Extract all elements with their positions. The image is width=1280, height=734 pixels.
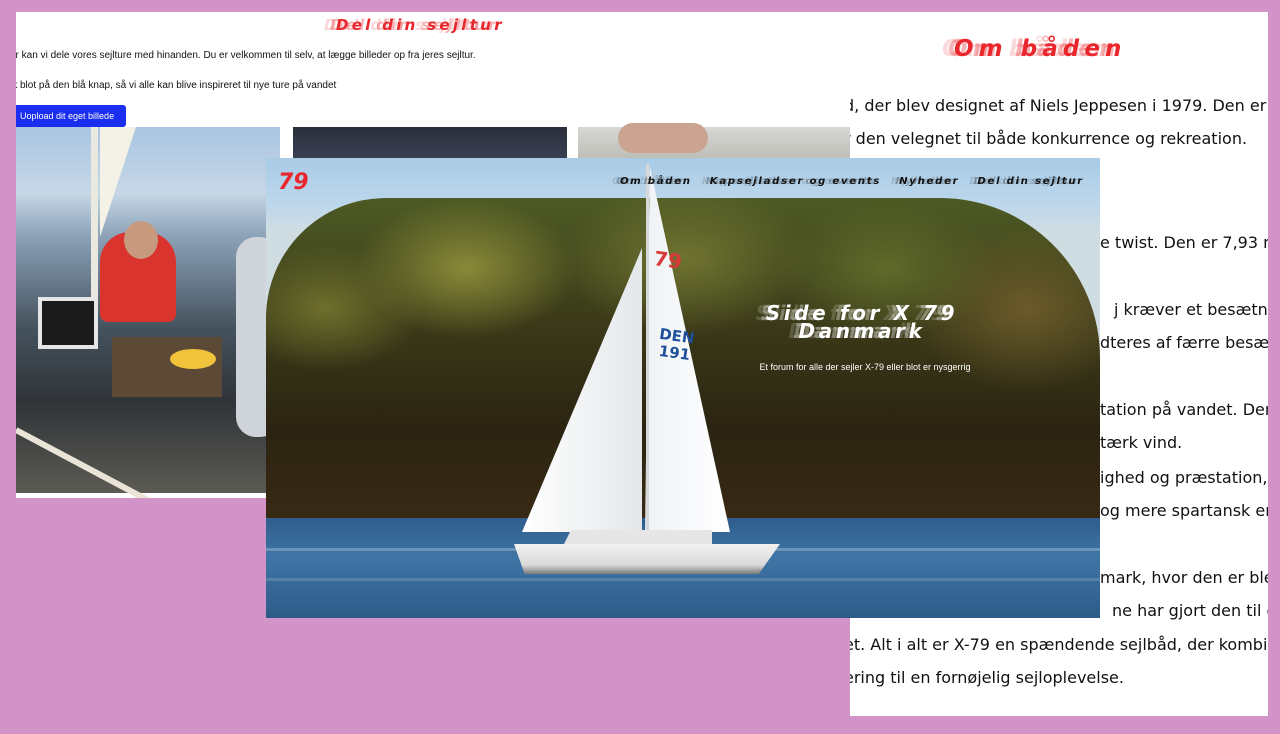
nav-del-din-sejltur[interactable]: Del din sejltur — [977, 176, 1084, 187]
about-text-line: ne har gjort den til et — [1112, 601, 1268, 620]
nav-kapsejladser-events[interactable]: Kapsejladser og events — [710, 176, 881, 187]
photo-person-head — [124, 221, 158, 259]
about-text-line: mark, hvor den er blev — [1100, 568, 1268, 587]
about-text-line: r den velegnet til både konkurrence og r… — [850, 129, 1248, 148]
sail-number: DEN 191 — [657, 324, 696, 365]
about-text-line: j kræver et besætning — [1114, 300, 1268, 319]
about-text-line: dteres af færre besæt — [1100, 333, 1268, 352]
photo-rope — [16, 427, 251, 498]
boat-hull — [514, 544, 780, 574]
page-title: Om båden — [954, 36, 1127, 62]
boat-mast — [646, 164, 649, 536]
nav-nyheder[interactable]: Nyheder — [899, 176, 959, 187]
about-text-line: e twist. Den er 7,93 m — [1100, 233, 1268, 252]
about-text-line: et. Alt i alt er X-79 en spændende sejlb… — [850, 635, 1268, 654]
photo-hand — [618, 123, 708, 153]
site-logo[interactable]: 79 — [278, 170, 309, 195]
sail-logo: 79 — [652, 246, 684, 274]
about-text-line: ighed og præstation, — [1100, 468, 1268, 487]
photo-chartplotter — [38, 297, 98, 349]
instruction-paragraph: ik blot på den blå knap, så vi alle kan … — [16, 80, 337, 91]
hero-subtitle: Et forum for alle der sejler X-79 eller … — [759, 362, 971, 372]
about-text-line: og mere spartansk er — [1100, 501, 1268, 520]
gallery-photo-crew-dinner[interactable] — [16, 127, 280, 498]
about-text-line: tærk vind. — [1100, 433, 1183, 452]
page-title: Del din sejltur — [336, 16, 505, 34]
about-text-line: tation på vandet. Den — [1100, 400, 1268, 419]
about-text-line: d, der blev designet af Niels Jeppesen i… — [850, 96, 1267, 115]
upload-photo-button[interactable]: Uopload dit eget billede — [16, 105, 126, 127]
photo-sail — [100, 127, 136, 237]
home-hero-window: 79 DEN 191 79 Om båden Kapsejladser og e… — [266, 158, 1100, 618]
about-text-line: ering til en fornøjelig sejloplevelse. — [850, 668, 1124, 687]
water-shimmer — [266, 578, 1100, 581]
photo-plate — [170, 349, 216, 369]
main-nav: Om båden Kapsejladser og events Nyheder … — [620, 176, 1084, 187]
hero-title: Side for X 79 Danmark — [765, 301, 959, 343]
intro-paragraph: er kan vi dele vores sejlture med hinand… — [16, 50, 476, 61]
nav-om-baaden[interactable]: Om båden — [620, 176, 692, 187]
